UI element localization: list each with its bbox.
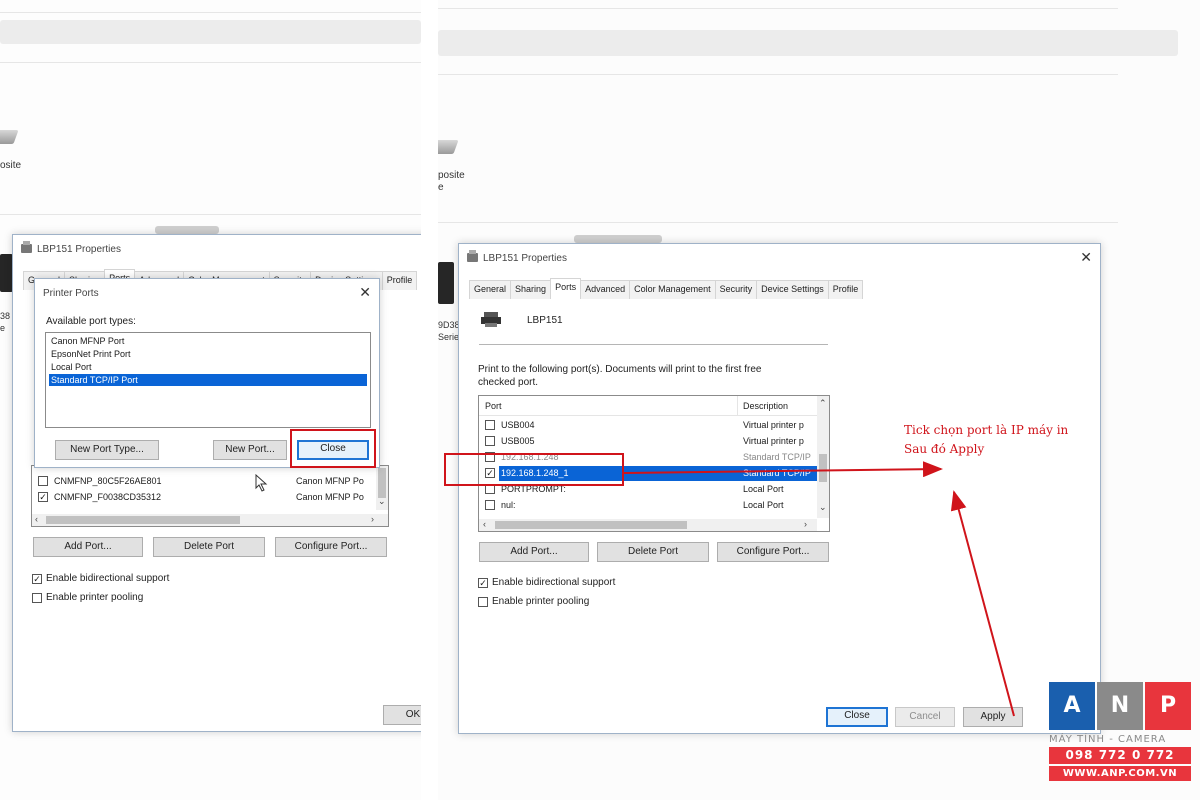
port-list[interactable]: CNMFNP_80C5F26AE801 Canon MFNP Po ✓ CNMF… [31,465,389,527]
logo-letter-a: A [1049,682,1095,730]
port-list-horizontal-scrollbar[interactable]: ‹ › [32,514,388,526]
new-port-button[interactable]: New Port... [213,440,287,460]
port-description: Canon MFNP Po [296,492,364,502]
logo-tagline: MÁY TÍNH - CAMERA [1049,734,1167,745]
logo-tiles: A N P [1049,682,1191,730]
scroll-left-arrow-icon[interactable]: ‹ [35,514,38,524]
background-divider [0,62,421,63]
logo-website: WWW.ANP.COM.VN [1049,766,1191,781]
bidirectional-label: Enable bidirectional support [46,573,170,584]
logo-letter-p: P [1145,682,1191,730]
background-scrollbar-thumb [155,226,219,234]
background-divider [0,214,421,215]
background-address-bar [0,20,421,44]
right-screenshot-pane: posite e 9D38 Serie LBP151 Properties ✕ … [438,0,1200,800]
window-title: LBP151 Properties [37,244,121,255]
port-name: CNMFNP_80C5F26AE801 [54,476,162,486]
device-side-label: e [0,323,6,333]
list-item[interactable]: EpsonNet Print Port [49,348,133,360]
printer-device-icon [0,130,19,144]
available-port-types-label: Available port types: [46,316,136,327]
mouse-cursor-icon [255,474,268,492]
scroll-right-arrow-icon[interactable]: › [371,514,374,524]
list-item-selected[interactable]: Standard TCP/IP Port [49,374,367,386]
arrow-to-port [623,461,943,478]
new-port-type-button[interactable]: New Port Type... [55,440,159,460]
dialog-title: Printer Ports [43,288,99,299]
port-list-vertical-scrollbar[interactable]: ⌄ [376,466,388,510]
bidirectional-checkbox[interactable]: ✓ [32,574,42,584]
close-button-highlight [290,429,376,468]
port-checkbox[interactable] [38,476,48,486]
logo-letter-n: N [1097,682,1143,730]
port-type-list[interactable]: Canon MFNP Port EpsonNet Print Port Loca… [45,332,371,428]
add-port-button[interactable]: Add Port... [33,537,143,557]
device-caption: osite [0,160,22,171]
configure-port-button[interactable]: Configure Port... [275,537,387,557]
port-checkbox[interactable]: ✓ [38,492,48,502]
logo-phone: 098 772 0 772 [1049,747,1191,764]
scroll-down-arrow-icon[interactable]: ⌄ [378,496,386,507]
left-screenshot-pane: osite 38 e LBP151 Properties General Sha… [0,0,421,800]
pane-divider [421,0,438,800]
close-icon[interactable]: ✕ [359,284,371,301]
arrow-from-apply [950,490,1015,717]
anp-logo: A N P MÁY TÍNH - CAMERA 098 772 0 772 WW… [1049,682,1191,781]
tab-profile[interactable]: Profile [381,271,418,290]
pooling-label: Enable printer pooling [46,592,144,603]
annotation-arrows [623,461,1015,717]
port-description: Canon MFNP Po [296,476,364,486]
list-item[interactable]: Local Port [49,361,94,373]
scrollbar-thumb[interactable] [46,516,240,524]
port-name: CNMFNP_F0038CD35312 [54,492,162,502]
list-item[interactable]: Canon MFNP Port [49,335,126,347]
device-side-label: 38 [0,311,11,321]
scrollbar-thumb[interactable] [378,468,386,498]
delete-port-button[interactable]: Delete Port [153,537,265,557]
pooling-checkbox[interactable] [32,593,42,603]
background-divider [0,12,421,13]
ok-button[interactable]: OK [383,705,421,725]
